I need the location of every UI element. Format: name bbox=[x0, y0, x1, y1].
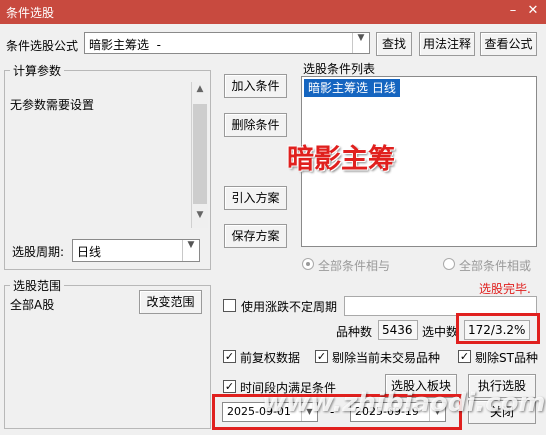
radio-and-label: 全部条件相与 bbox=[318, 259, 391, 273]
save-scheme-button[interactable]: 保存方案 bbox=[224, 224, 287, 248]
overlay-caption: 暗影主筹 bbox=[287, 144, 395, 175]
scope-value: 全部A股 bbox=[10, 298, 55, 312]
period-select-value: 日线 bbox=[77, 245, 102, 259]
time-range-checkbox[interactable]: ✓ bbox=[223, 380, 236, 393]
window-title: 条件选股 bbox=[6, 6, 55, 20]
scope-group-title: 选股范围 bbox=[10, 277, 65, 294]
formula-select-value: 暗影主筹选 - bbox=[89, 38, 161, 52]
exclude-st-checkbox[interactable]: ✓ bbox=[458, 350, 471, 363]
exclude-untraded-checkbox[interactable]: ✓ bbox=[315, 350, 328, 363]
chevron-down-icon[interactable]: ▼ bbox=[182, 240, 199, 261]
period-label: 选股周期: bbox=[12, 245, 65, 259]
exclude-untraded-label: 剔除当前未交易品种 bbox=[332, 351, 441, 365]
unusual-period-label: 使用涨跌不定周期 bbox=[241, 300, 338, 314]
delete-condition-button[interactable]: 删除条件 bbox=[224, 113, 287, 137]
adjusted-data-checkbox[interactable]: ✓ bbox=[223, 350, 236, 363]
params-group-title: 计算参数 bbox=[10, 62, 65, 79]
unusual-period-checkbox[interactable] bbox=[223, 299, 236, 312]
highlight-box bbox=[456, 313, 540, 344]
scroll-down-icon[interactable]: ▼ bbox=[192, 210, 208, 226]
period-select[interactable]: 日线 ▼ bbox=[72, 239, 200, 262]
add-condition-button[interactable]: 加入条件 bbox=[224, 74, 287, 98]
radio-or[interactable] bbox=[443, 258, 455, 270]
params-scrollbar[interactable]: ▲ ▼ bbox=[191, 82, 208, 228]
params-message: 无参数需要设置 bbox=[10, 98, 95, 112]
view-formula-button[interactable]: 查看公式 bbox=[480, 32, 537, 56]
chevron-down-icon[interactable]: ▼ bbox=[352, 33, 369, 53]
import-scheme-button[interactable]: 引入方案 bbox=[224, 186, 287, 210]
title-bar: 条件选股 – ✕ bbox=[0, 0, 546, 24]
conditions-list-title: 选股条件列表 bbox=[303, 62, 376, 76]
radio-or-label: 全部条件相或 bbox=[459, 259, 532, 273]
adjusted-data-label: 前复权数据 bbox=[240, 351, 301, 365]
formula-select[interactable]: 暗影主筹选 - ▼ bbox=[84, 32, 370, 54]
formula-label: 条件选股公式 bbox=[6, 39, 79, 53]
usage-notes-button[interactable]: 用法注释 bbox=[419, 32, 475, 56]
minimize-icon[interactable]: – bbox=[504, 2, 522, 20]
find-button[interactable]: 查找 bbox=[376, 32, 412, 56]
count-value: 5436 bbox=[378, 320, 418, 340]
condition-stock-picker-dialog: 条件选股 – ✕ 条件选股公式 暗影主筹选 - ▼ 查找 用法注释 查看公式 计… bbox=[0, 0, 546, 435]
selected-label: 选中数 bbox=[422, 325, 459, 339]
status-text: 选股完毕. bbox=[479, 282, 531, 296]
scroll-up-icon[interactable]: ▲ bbox=[192, 84, 208, 100]
radio-and[interactable] bbox=[302, 258, 314, 270]
watermark-text: www.zhibiaodi.com bbox=[262, 388, 546, 418]
exclude-st-label: 剔除ST品种 bbox=[475, 351, 538, 365]
close-icon[interactable]: ✕ bbox=[524, 2, 542, 20]
count-label: 品种数 bbox=[336, 325, 373, 339]
change-scope-button[interactable]: 改变范围 bbox=[139, 290, 202, 314]
conditions-list-item[interactable]: 暗影主筹选 日线 bbox=[304, 79, 400, 97]
scroll-thumb[interactable] bbox=[193, 104, 207, 204]
